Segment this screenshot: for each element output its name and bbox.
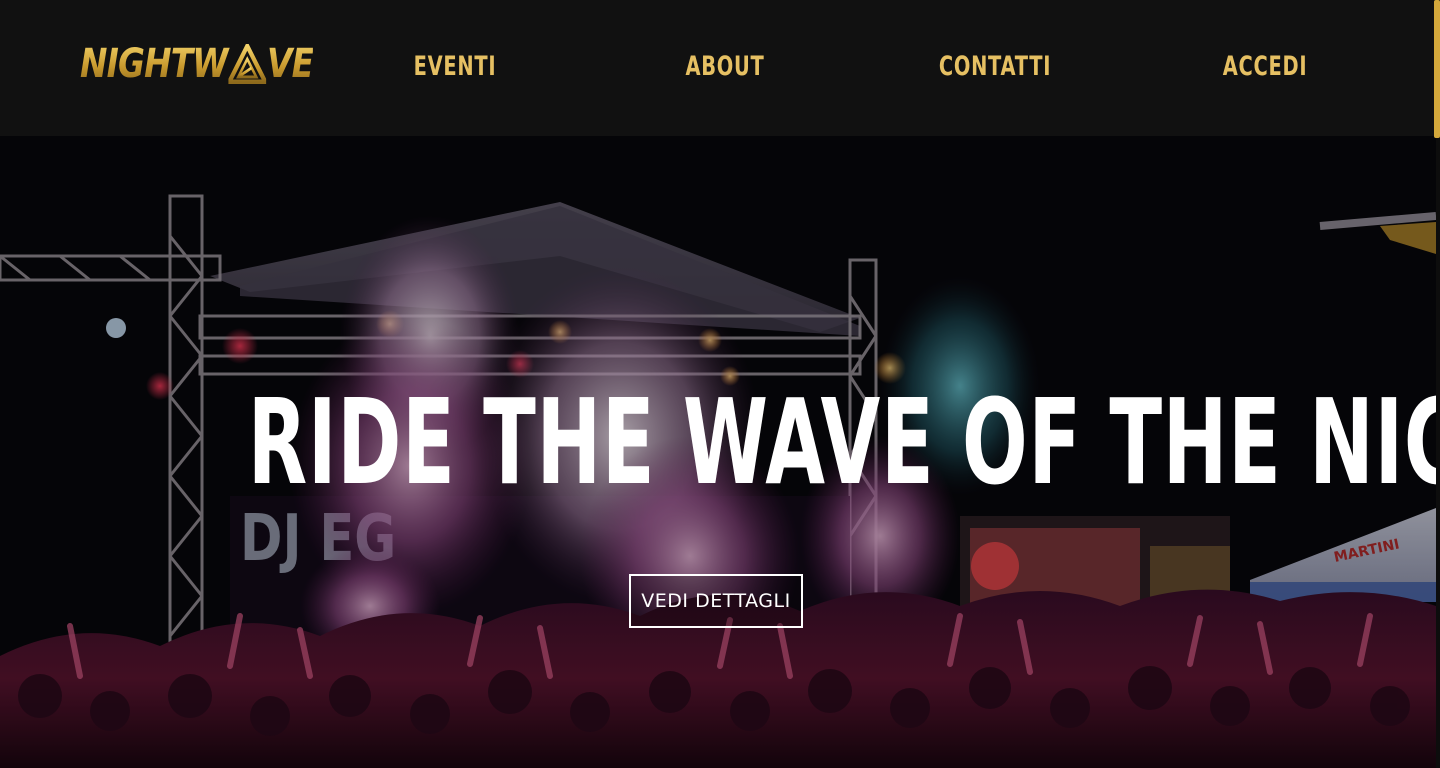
nav-link-accedi[interactable]: ACCEDI xyxy=(1207,50,1322,84)
logo-text-right: VE xyxy=(267,41,314,87)
logo-text-left: NIGHTW xyxy=(80,41,228,87)
hero-title: RIDE THE WAVE OF THE NIGHT xyxy=(247,373,1436,511)
logo-triangle-icon xyxy=(228,44,267,84)
vedi-dettagli-button[interactable]: VEDI DETTAGLI xyxy=(629,574,803,628)
scrollbar-thumb[interactable] xyxy=(1434,0,1440,138)
top-navbar: NIGHTW VE EVENTI ABOUT CONTATTI ACCEDI xyxy=(0,0,1440,138)
logo-wordmark: NIGHTW VE xyxy=(80,41,313,87)
nightwave-logo[interactable]: NIGHTW VE xyxy=(80,38,364,90)
hero-section: DJ EG MARTINI xyxy=(0,136,1436,768)
nav-link-about[interactable]: ABOUT xyxy=(667,50,782,84)
scrollbar-track[interactable] xyxy=(1432,0,1440,138)
nav-link-eventi[interactable]: EVENTI xyxy=(397,50,512,84)
nav-link-contatti[interactable]: CONTATTI xyxy=(937,50,1052,84)
